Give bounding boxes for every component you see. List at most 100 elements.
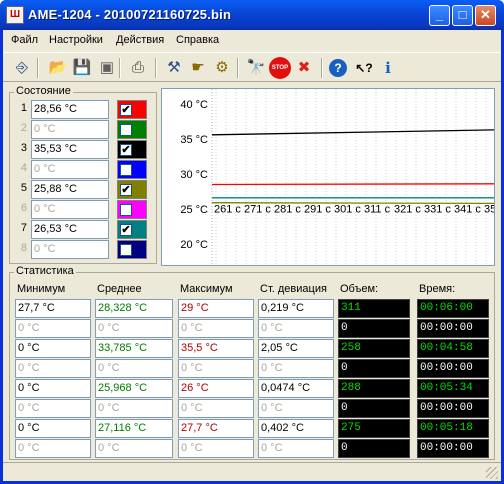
y-tick-label: 20 °C (180, 239, 208, 251)
header-volume: Объем: (340, 283, 379, 295)
sensor-color-swatch[interactable] (117, 120, 147, 139)
y-tick-label: 25 °C (180, 204, 208, 216)
stddev-cell: 0,0474 °C (258, 379, 334, 398)
minimize-button[interactable]: _ (429, 5, 450, 26)
menu-help[interactable]: Справка (176, 34, 219, 46)
avg-cell: 27,116 °C (95, 419, 173, 438)
binoculars-icon[interactable]: 🔭 (245, 57, 267, 79)
close-button[interactable]: ✕ (475, 5, 496, 26)
resize-grip[interactable] (486, 467, 498, 479)
y-tick-label: 35 °C (180, 134, 208, 146)
sensor-visible-checkbox[interactable] (120, 204, 132, 216)
hand-tool-icon[interactable]: ☛ (187, 57, 209, 79)
time-cell: 00:00:00 (417, 359, 489, 378)
help-icon[interactable]: ? (329, 59, 347, 77)
title-bar[interactable]: Ш AME-1204 - 20100721160725.bin _ □ ✕ (0, 0, 504, 30)
sensor-color-swatch[interactable]: ✔ (117, 180, 147, 199)
header-stddev: Ст. девиация (260, 283, 327, 295)
sensor-value-field: 35,53 °C (31, 140, 109, 159)
x-tick-label: 261 с (214, 204, 241, 216)
sensor-value-field: 26,53 °C (31, 220, 109, 239)
stats-group-label: Статистика (14, 265, 76, 277)
toolbar-separator (237, 58, 239, 78)
sensor-value-field: 25,88 °C (31, 180, 109, 199)
avg-cell: 0 °C (95, 359, 173, 378)
sensor-visible-checkbox[interactable]: ✔ (120, 224, 132, 236)
volume-cell: 0 (338, 399, 410, 418)
min-cell: 27,7 °C (15, 299, 91, 318)
stddev-cell: 0 °C (258, 439, 334, 458)
max-cell: 0 °C (178, 439, 254, 458)
sensor-color-swatch[interactable] (117, 240, 147, 259)
device-icon[interactable]: ▣ (96, 57, 118, 79)
menu-file[interactable]: Файл (11, 34, 38, 46)
x-tick-label: 301 с (334, 204, 361, 216)
menu-actions[interactable]: Действия (116, 34, 164, 46)
chart-svg: 40 °C 35 °C 30 °C 25 °C 20 °C 261 с 271 с 281 с… (180, 89, 504, 265)
menu-settings[interactable]: Настройки (49, 34, 103, 46)
sensor-visible-checkbox[interactable] (120, 244, 132, 256)
volume-cell: 258 (338, 339, 410, 358)
sensor-visible-checkbox[interactable]: ✔ (120, 144, 132, 156)
volume-cell: 0 (338, 319, 410, 338)
header-avg: Среднее (97, 283, 142, 295)
avg-cell: 0 °C (95, 399, 173, 418)
toolbar-separator (119, 58, 121, 78)
stddev-cell: 0,219 °C (258, 299, 334, 318)
connect-icon[interactable]: ⎆ (11, 57, 33, 79)
x-tick-label: 321 с (394, 204, 421, 216)
y-tick-label: 40 °C (180, 99, 208, 111)
app-icon[interactable]: Ш (6, 6, 24, 24)
window-title: AME-1204 - 20100721160725.bin (28, 7, 232, 22)
sensor-color-swatch[interactable]: ✔ (117, 220, 147, 239)
stddev-cell: 0 °C (258, 359, 334, 378)
sensor-color-swatch[interactable] (117, 160, 147, 179)
toolbar: ⎆ 📂 💾 ▣ ⎙ ⚒ ☛ ⚙ 🔭 STOP ✖? ↖? i (3, 52, 501, 82)
time-cell: 00:00:00 (417, 319, 489, 338)
sensor-number: 2 (20, 122, 27, 134)
sensor-visible-checkbox[interactable] (120, 124, 132, 136)
max-cell: 0 °C (178, 399, 254, 418)
maximize-button[interactable]: □ (452, 5, 473, 26)
sensor-visible-checkbox[interactable] (120, 164, 132, 176)
x-tick-label: 341 с (454, 204, 481, 216)
time-cell: 00:06:00 (417, 299, 489, 318)
open-folder-icon[interactable]: 📂 (47, 57, 69, 79)
x-tick-label: 271 с (244, 204, 271, 216)
time-cell: 00:00:00 (417, 399, 489, 418)
avg-cell: 0 °C (95, 439, 173, 458)
sensor-color-swatch[interactable]: ✔ (117, 140, 147, 159)
sensor-visible-checkbox[interactable]: ✔ (120, 184, 132, 196)
stddev-cell: 0 °C (258, 399, 334, 418)
stddev-cell: 0 °C (258, 319, 334, 338)
save-icon[interactable]: 💾 (71, 57, 93, 79)
volume-cell: 311 (338, 299, 410, 318)
info-icon[interactable]: i (377, 57, 399, 79)
delete-icon[interactable]: ✖ (293, 57, 315, 79)
context-help-icon[interactable]: ↖? (353, 57, 375, 79)
header-min: Минимум (17, 283, 66, 295)
status-bar (3, 462, 501, 481)
sensor-value-field: 28,56 °C (31, 100, 109, 119)
sensor-number: 6 (20, 202, 27, 214)
sensor-color-swatch[interactable] (117, 200, 147, 219)
time-cell: 00:05:34 (417, 379, 489, 398)
time-cell: 00:00:00 (417, 439, 489, 458)
app-window: Ш AME-1204 - 20100721160725.bin _ □ ✕ Фа… (0, 0, 504, 484)
max-cell: 0 °C (178, 319, 254, 338)
state-group-label: Состояние (14, 85, 73, 97)
sensor-value-field: 0 °C (31, 240, 109, 259)
x-tick-label: 281 с (274, 204, 301, 216)
stop-icon[interactable]: STOP (269, 57, 291, 79)
min-cell: 0 °C (15, 319, 91, 338)
time-cell: 00:04:58 (417, 339, 489, 358)
print-icon[interactable]: ⎙ (127, 57, 149, 79)
max-cell: 27,7 °C (178, 419, 254, 438)
sensor-tool-icon[interactable]: ⚙ (211, 57, 233, 79)
min-cell: 0 °C (15, 419, 91, 438)
max-cell: 0 °C (178, 359, 254, 378)
sensor-visible-checkbox[interactable]: ✔ (120, 104, 132, 116)
sensor-color-swatch[interactable]: ✔ (117, 100, 147, 119)
sensor-number: 4 (20, 162, 27, 174)
settings-tool-icon[interactable]: ⚒ (163, 57, 185, 79)
